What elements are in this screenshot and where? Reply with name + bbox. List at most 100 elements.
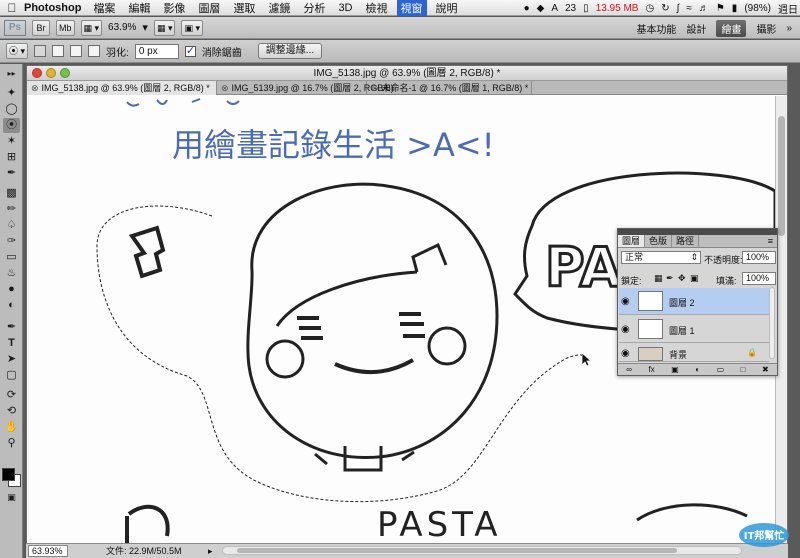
foreground-color-swatch[interactable] — [2, 468, 15, 481]
menu-window[interactable]: 視窗 — [396, 0, 427, 16]
pen-tool-icon[interactable]: ✒ — [3, 320, 20, 335]
vertical-scroll-thumb[interactable] — [778, 116, 785, 236]
clock[interactable]: 週日 — [778, 1, 798, 16]
screen-mode-button[interactable]: ▣ ▾ — [181, 19, 203, 36]
tab-untitled-1[interactable]: ⊗ 未命名-1 @ 16.7% (圖層 1, RGB/8) * — [367, 81, 532, 95]
add-to-selection-icon[interactable] — [52, 45, 65, 57]
menu-analysis[interactable]: 分析 — [303, 0, 325, 16]
eyedropper-tool-icon[interactable]: ✒ — [3, 166, 20, 181]
quick-mask-icon[interactable]: ▣ — [3, 490, 20, 505]
fill-input[interactable]: 100% — [742, 272, 776, 285]
antialias-checkbox[interactable] — [184, 44, 196, 57]
lock-all-icon[interactable]: ▣ — [690, 273, 699, 284]
marquee-tool-icon[interactable]: ◯ — [3, 102, 20, 117]
document-title-bar[interactable]: IMG_5138.jpg @ 63.9% (圖層 2, RGB/8) * — [27, 66, 787, 81]
zoom-level[interactable]: 63.9% — [108, 22, 136, 33]
sync-icon[interactable]: ↻ — [661, 3, 669, 14]
crop-tool-icon[interactable]: ⊞ — [3, 150, 20, 165]
clone-stamp-tool-icon[interactable]: ♤ — [3, 218, 20, 233]
battery-icon[interactable]: ▮ — [732, 3, 738, 14]
hand-tool-icon[interactable]: ✋ — [3, 420, 20, 435]
view-extras-button[interactable]: ▦ ▾ — [80, 19, 103, 36]
workspace-photography[interactable]: 攝影 — [756, 21, 776, 36]
tab-img-5139[interactable]: ⊗ IMG_5139.jpg @ 16.7% (圖層 2, RGB/8) — [217, 81, 394, 95]
menu-edit[interactable]: 編輯 — [128, 0, 150, 16]
add-mask-icon[interactable]: ▣ — [671, 364, 679, 375]
paint-bucket-tool-icon[interactable]: ♨ — [3, 266, 20, 281]
menu-view[interactable]: 檢視 — [366, 0, 388, 16]
arrange-documents-button[interactable]: ▦ ▾ — [153, 19, 176, 36]
spot-healing-tool-icon[interactable]: ▩ — [3, 186, 20, 201]
layer-style-icon[interactable]: fx — [648, 364, 654, 375]
layer-name[interactable]: 圖層 1 — [669, 324, 695, 337]
launch-mini-bridge-button[interactable]: Mb — [56, 19, 75, 36]
eraser-tool-icon[interactable]: ▭ — [3, 250, 20, 265]
layer-row-1[interactable]: ◉ 圖層 1 — [619, 316, 769, 343]
time-machine-icon[interactable]: ◷ — [645, 3, 654, 14]
subtract-from-selection-icon[interactable] — [70, 45, 83, 57]
visibility-eye-icon[interactable]: ◉ — [621, 296, 630, 307]
lock-pixels-icon[interactable]: ✒ — [666, 273, 674, 284]
close-window-button[interactable] — [32, 68, 42, 78]
blur-tool-icon[interactable]: ● — [3, 282, 20, 297]
menu-image[interactable]: 影像 — [163, 0, 185, 16]
lock-position-icon[interactable]: ✥ — [678, 273, 686, 284]
menu-file[interactable]: 檔案 — [93, 0, 115, 16]
horizontal-scroll-thumb[interactable] — [237, 548, 677, 553]
tab-img-5138[interactable]: ⊗ IMG_5138.jpg @ 63.9% (圖層 2, RGB/8) * — [27, 81, 217, 95]
layers-scrollbar[interactable] — [769, 287, 775, 359]
memory-monitor-icon[interactable]: ▯ — [583, 3, 589, 14]
adjustment-layer-icon[interactable]: ◐ — [695, 364, 700, 375]
tab-layers[interactable]: 圖層 — [618, 235, 646, 247]
3d-rotate-tool-icon[interactable]: ⟳ — [3, 388, 20, 403]
menu-3d[interactable]: 3D — [338, 2, 352, 14]
tab-channels[interactable]: 色版 — [645, 235, 673, 247]
link-layers-icon[interactable]: ∞ — [626, 364, 632, 375]
workspace-more-icon[interactable]: » — [786, 23, 792, 34]
visibility-eye-icon[interactable]: ◉ — [621, 324, 630, 335]
intersect-selection-icon[interactable] — [88, 45, 101, 57]
status-menu-arrow-icon[interactable]: ▸ — [208, 544, 213, 558]
rectangle-tool-icon[interactable]: ▢ — [3, 368, 20, 383]
app-menu-photoshop[interactable]: Photoshop — [24, 2, 81, 14]
wifi-icon[interactable]: ≈ — [686, 3, 692, 14]
status-zoom-field[interactable]: 63.93% — [28, 545, 68, 557]
blend-mode-select[interactable]: 正常 ⇕ — [621, 251, 701, 264]
lock-transparency-icon[interactable]: ▦ — [654, 273, 663, 284]
zoom-tool-icon[interactable]: ⚲ — [3, 436, 20, 451]
delete-layer-icon[interactable]: ✖ — [762, 364, 769, 375]
lasso-tool-icon[interactable]: ⦿ — [3, 118, 20, 133]
opacity-input[interactable]: 100% — [742, 251, 776, 264]
new-layer-icon[interactable]: □ — [741, 364, 746, 375]
volume-icon[interactable]: ♬ — [699, 3, 709, 14]
dodge-tool-icon[interactable]: ◐ — [3, 298, 20, 313]
tab-paths[interactable]: 路徑 — [672, 235, 700, 247]
minimize-window-button[interactable] — [46, 68, 56, 78]
toolbox-collapse-icon[interactable]: ▸▸ — [3, 66, 20, 81]
input-source-flag-icon[interactable]: ⚑ — [716, 3, 725, 14]
workspace-painting[interactable]: 繪畫 — [716, 20, 747, 37]
evernote-icon[interactable]: ● — [524, 3, 530, 14]
new-group-icon[interactable]: ▭ — [717, 364, 725, 375]
memory-usage[interactable]: 13.95 MB — [596, 3, 639, 14]
move-tool-icon[interactable]: ✦ — [3, 86, 20, 101]
close-tab-icon[interactable]: ⊗ — [31, 83, 39, 93]
path-selection-tool-icon[interactable]: ➤ — [3, 352, 20, 367]
launch-bridge-button[interactable]: Br — [32, 19, 50, 36]
menu-layer[interactable]: 圖層 — [198, 0, 220, 16]
visibility-eye-icon[interactable]: ◉ — [621, 348, 630, 359]
history-brush-tool-icon[interactable]: ✑ — [3, 234, 20, 249]
layer-name[interactable]: 圖層 2 — [669, 296, 695, 309]
close-tab-icon[interactable]: ⊗ — [221, 83, 229, 93]
type-tool-icon[interactable]: T — [3, 336, 20, 351]
layer-name[interactable]: 背景 — [669, 348, 687, 361]
bluetooth-icon[interactable]: ∫ — [677, 3, 680, 14]
workspace-design[interactable]: 設計 — [686, 21, 706, 36]
menu-help[interactable]: 說明 — [436, 0, 458, 16]
close-tab-icon[interactable]: ⊗ — [371, 83, 379, 93]
refine-edge-button[interactable]: 調整邊緣... — [257, 43, 323, 59]
feather-input[interactable]: 0 px — [134, 43, 179, 59]
menu-filter[interactable]: 濾鏡 — [268, 0, 290, 16]
horizontal-scrollbar[interactable] — [222, 546, 742, 555]
tool-preset-picker[interactable]: ⦿ ▾ — [6, 43, 29, 59]
